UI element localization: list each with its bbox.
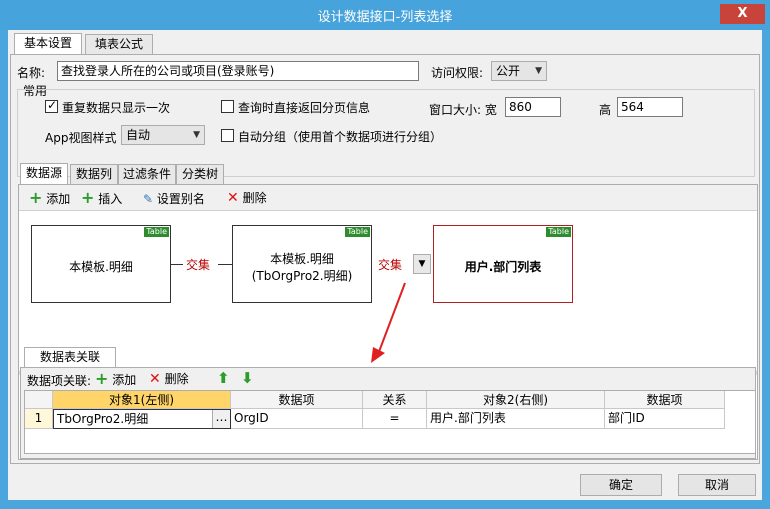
node-label: 用户.部门列表	[464, 260, 542, 274]
table-row-cell-obj2[interactable]: 用户.部门列表	[427, 409, 605, 429]
insert-button[interactable]: + 插入	[81, 188, 122, 207]
dedupe-checkbox[interactable]	[45, 98, 58, 113]
window-title: 设计数据接口-列表选择	[317, 10, 453, 25]
move-up-icon[interactable]: ⬆	[217, 369, 230, 387]
relation-add-button[interactable]: + 添加	[95, 369, 136, 388]
column-header[interactable]: 数据项	[605, 391, 725, 409]
row-header-corner	[25, 391, 53, 409]
relation-delete-button[interactable]: ✕ 删除	[149, 370, 189, 387]
field-relation-label: 数据项关联:	[27, 374, 92, 388]
connector-line	[218, 264, 232, 265]
join-label-1[interactable]: 交集	[186, 256, 210, 273]
plus-icon: +	[29, 188, 43, 207]
connector-line	[171, 264, 183, 265]
relation-delete-label: 删除	[164, 372, 189, 386]
chevron-down-icon: ▼	[535, 66, 542, 76]
window-size-label: 窗口大小: 宽	[429, 103, 497, 117]
tab-basic-settings[interactable]: 基本设置	[14, 33, 82, 55]
app-view-label: App视图样式	[45, 131, 117, 145]
delete-icon: ✕	[149, 371, 161, 387]
relation-grid: 对象1(左侧) 数据项 关系 对象2(右侧) 数据项 1 TbOrgPro2.明…	[24, 390, 756, 454]
table-tag: Table	[546, 227, 571, 237]
datasource-toolbar: + 添加 + 插入 ✎ 设置别名 ✕ 删除	[19, 185, 757, 211]
autogroup-checkbox[interactable]	[221, 129, 234, 142]
move-down-icon[interactable]: ⬇	[241, 369, 254, 387]
table-tag: Table	[345, 227, 370, 237]
cancel-button[interactable]: 取消	[678, 474, 756, 496]
table-node-tborgpro2[interactable]: Table 本模板.明细 (TbOrgPro2.明细)	[232, 225, 372, 303]
autogroup-label: 自动分组（使用首个数据项进行分组）	[238, 130, 443, 144]
tab-columns[interactable]: 数据列	[70, 164, 118, 184]
title-bar: 设计数据接口-列表选择 X	[0, 0, 770, 30]
paging-label: 查询时直接返回分页信息	[238, 101, 371, 115]
dialog-window: 设计数据接口-列表选择 X 基本设置 填表公式 名称: 查找登录人所在的公司或项…	[0, 0, 770, 509]
tab-filters[interactable]: 过滤条件	[118, 164, 176, 184]
table-node-user-dept-list[interactable]: Table 用户.部门列表	[433, 225, 573, 303]
dialog-body: 基本设置 填表公式 名称: 查找登录人所在的公司或项目(登录账号) 访问权限: …	[8, 30, 762, 500]
table-row-cell-obj1[interactable]: TbOrgPro2.明细 …	[53, 409, 231, 429]
node-label: 本模板.明细	[69, 260, 133, 274]
add-button[interactable]: + 添加	[29, 188, 70, 207]
access-value: 公开	[496, 64, 521, 78]
dedupe-label: 重复数据只显示一次	[62, 101, 171, 115]
edit-icon: ✎	[143, 192, 154, 206]
column-header[interactable]: 对象2(右侧)	[427, 391, 605, 409]
tab-datasource[interactable]: 数据源	[20, 163, 68, 185]
set-alias-button[interactable]: ✎ 设置别名	[143, 190, 205, 207]
table-row-cell-field1[interactable]: OrgID	[231, 409, 363, 429]
row-index: 1	[25, 409, 53, 429]
column-header[interactable]: 对象1(左侧)	[53, 391, 231, 409]
table-row-cell-field2[interactable]: 部门ID	[605, 409, 725, 429]
table-node-template-detail[interactable]: Table 本模板.明细	[31, 225, 171, 303]
add-label: 添加	[46, 192, 71, 206]
access-select[interactable]: 公开 ▼	[491, 61, 547, 81]
app-view-select[interactable]: 自动 ▼	[121, 125, 205, 145]
relation-add-label: 添加	[112, 373, 137, 387]
ellipsis-button[interactable]: …	[212, 410, 230, 428]
tab-table-relation[interactable]: 数据表关联	[24, 347, 116, 369]
paging-checkbox[interactable]	[221, 100, 234, 113]
height-label: 高	[599, 103, 612, 117]
annotation-arrow-icon	[371, 282, 406, 363]
delete-button[interactable]: ✕ 删除	[227, 189, 267, 206]
app-view-value: 自动	[126, 128, 151, 142]
table-row-cell-relation[interactable]: =	[363, 409, 427, 429]
name-field[interactable]: 查找登录人所在的公司或项目(登录账号)	[57, 61, 419, 81]
name-label: 名称:	[17, 66, 46, 80]
node-sublabel: (TbOrgPro2.明细)	[251, 269, 353, 283]
tab-category-tree[interactable]: 分类树	[176, 164, 224, 184]
join-type-dropdown[interactable]: ▼	[413, 254, 431, 274]
column-header[interactable]: 数据项	[231, 391, 363, 409]
chevron-down-icon: ▼	[418, 259, 426, 269]
insert-label: 插入	[98, 192, 123, 206]
plus-icon: +	[81, 188, 95, 207]
column-header[interactable]: 关系	[363, 391, 427, 409]
access-label: 访问权限:	[431, 66, 484, 80]
table-tag: Table	[144, 227, 169, 237]
height-field[interactable]: 564	[617, 97, 683, 117]
ok-button[interactable]: 确定	[580, 474, 662, 496]
width-field[interactable]: 860	[505, 97, 561, 117]
alias-label: 设置别名	[156, 192, 205, 206]
close-button[interactable]: X	[720, 4, 765, 24]
node-label: 本模板.明细	[270, 252, 334, 266]
join-label-2[interactable]: 交集	[378, 256, 402, 273]
tab-formula[interactable]: 填表公式	[85, 34, 153, 54]
obj1-value: TbOrgPro2.明细	[57, 412, 149, 426]
chevron-down-icon: ▼	[193, 130, 200, 140]
delete-label: 删除	[242, 191, 267, 205]
delete-icon: ✕	[227, 190, 239, 206]
plus-icon: +	[95, 369, 109, 388]
